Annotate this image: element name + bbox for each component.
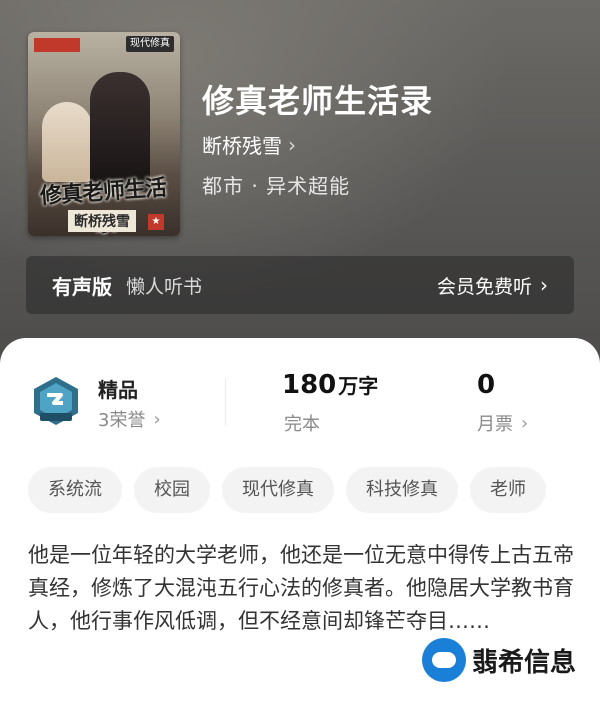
book-description[interactable]: 他是一位年轻的大学老师，他还是一位无意中得传上古五帝真经，修炼了大混沌五行心法的… [28, 539, 576, 638]
tag-chip[interactable]: 老师 [470, 467, 546, 513]
audio-source: 懒人听书 [126, 275, 203, 298]
monthly-votes-link[interactable]: 月票 › [477, 410, 528, 436]
cover-seal: ★ [148, 214, 164, 230]
word-count: 180 万字 [282, 370, 378, 400]
honor-count-link[interactable]: 3荣誉 › [98, 406, 161, 432]
chevron-right-icon: › [521, 412, 529, 434]
tag-chip[interactable]: 现代修真 [222, 467, 334, 513]
cover-publisher-tag [34, 38, 80, 52]
chevron-right-icon: › [288, 132, 296, 157]
book-header: 现代修真 修真老师生活录 断桥残雪 ★ 修真老师生活录 断桥残雪 › 都市 · … [0, 0, 600, 370]
tag-chip[interactable]: 校园 [134, 467, 210, 513]
audio-label: 有声版 [52, 274, 112, 299]
tag-chip[interactable]: 系统流 [28, 467, 122, 513]
tag-list: 系统流 校园 现代修真 科技修真 老师 [28, 467, 600, 513]
honor-name: 精品 [98, 378, 138, 402]
tag-chip[interactable]: 科技修真 [346, 467, 458, 513]
author-link[interactable]: 断桥残雪 › [202, 130, 296, 159]
stats-divider [225, 378, 226, 426]
word-count-number: 180 [282, 370, 337, 400]
word-count-unit: 万字 [338, 374, 379, 398]
monthly-votes-label: 月票 [477, 414, 513, 435]
cover-category-tag: 现代修真 [126, 36, 174, 52]
book-title: 修真老师生活录 [202, 82, 434, 120]
cover-author-art: 断桥残雪 [68, 210, 136, 232]
book-cover[interactable]: 现代修真 修真老师生活录 断桥残雪 ★ [28, 32, 180, 236]
chevron-right-icon: › [153, 408, 161, 430]
book-genre: 都市 · 异术超能 [202, 174, 351, 198]
chevron-right-icon: › [540, 273, 548, 297]
watermark-logo-icon [422, 638, 466, 682]
member-free-listen: 会员免费听 [436, 275, 532, 298]
audio-version-bar[interactable]: 有声版 懒人听书 会员免费听 › [26, 256, 574, 314]
honor-count: 3荣誉 [98, 410, 146, 431]
author-name: 断桥残雪 [202, 134, 282, 158]
monthly-votes-number: 0 [477, 370, 496, 400]
watermark: 翡希信息 [422, 630, 598, 690]
cover-figure-female [42, 102, 92, 182]
completion-status: 完本 [284, 414, 320, 435]
watermark-text: 翡希信息 [472, 647, 577, 678]
honor-badge-icon[interactable] [30, 375, 82, 427]
